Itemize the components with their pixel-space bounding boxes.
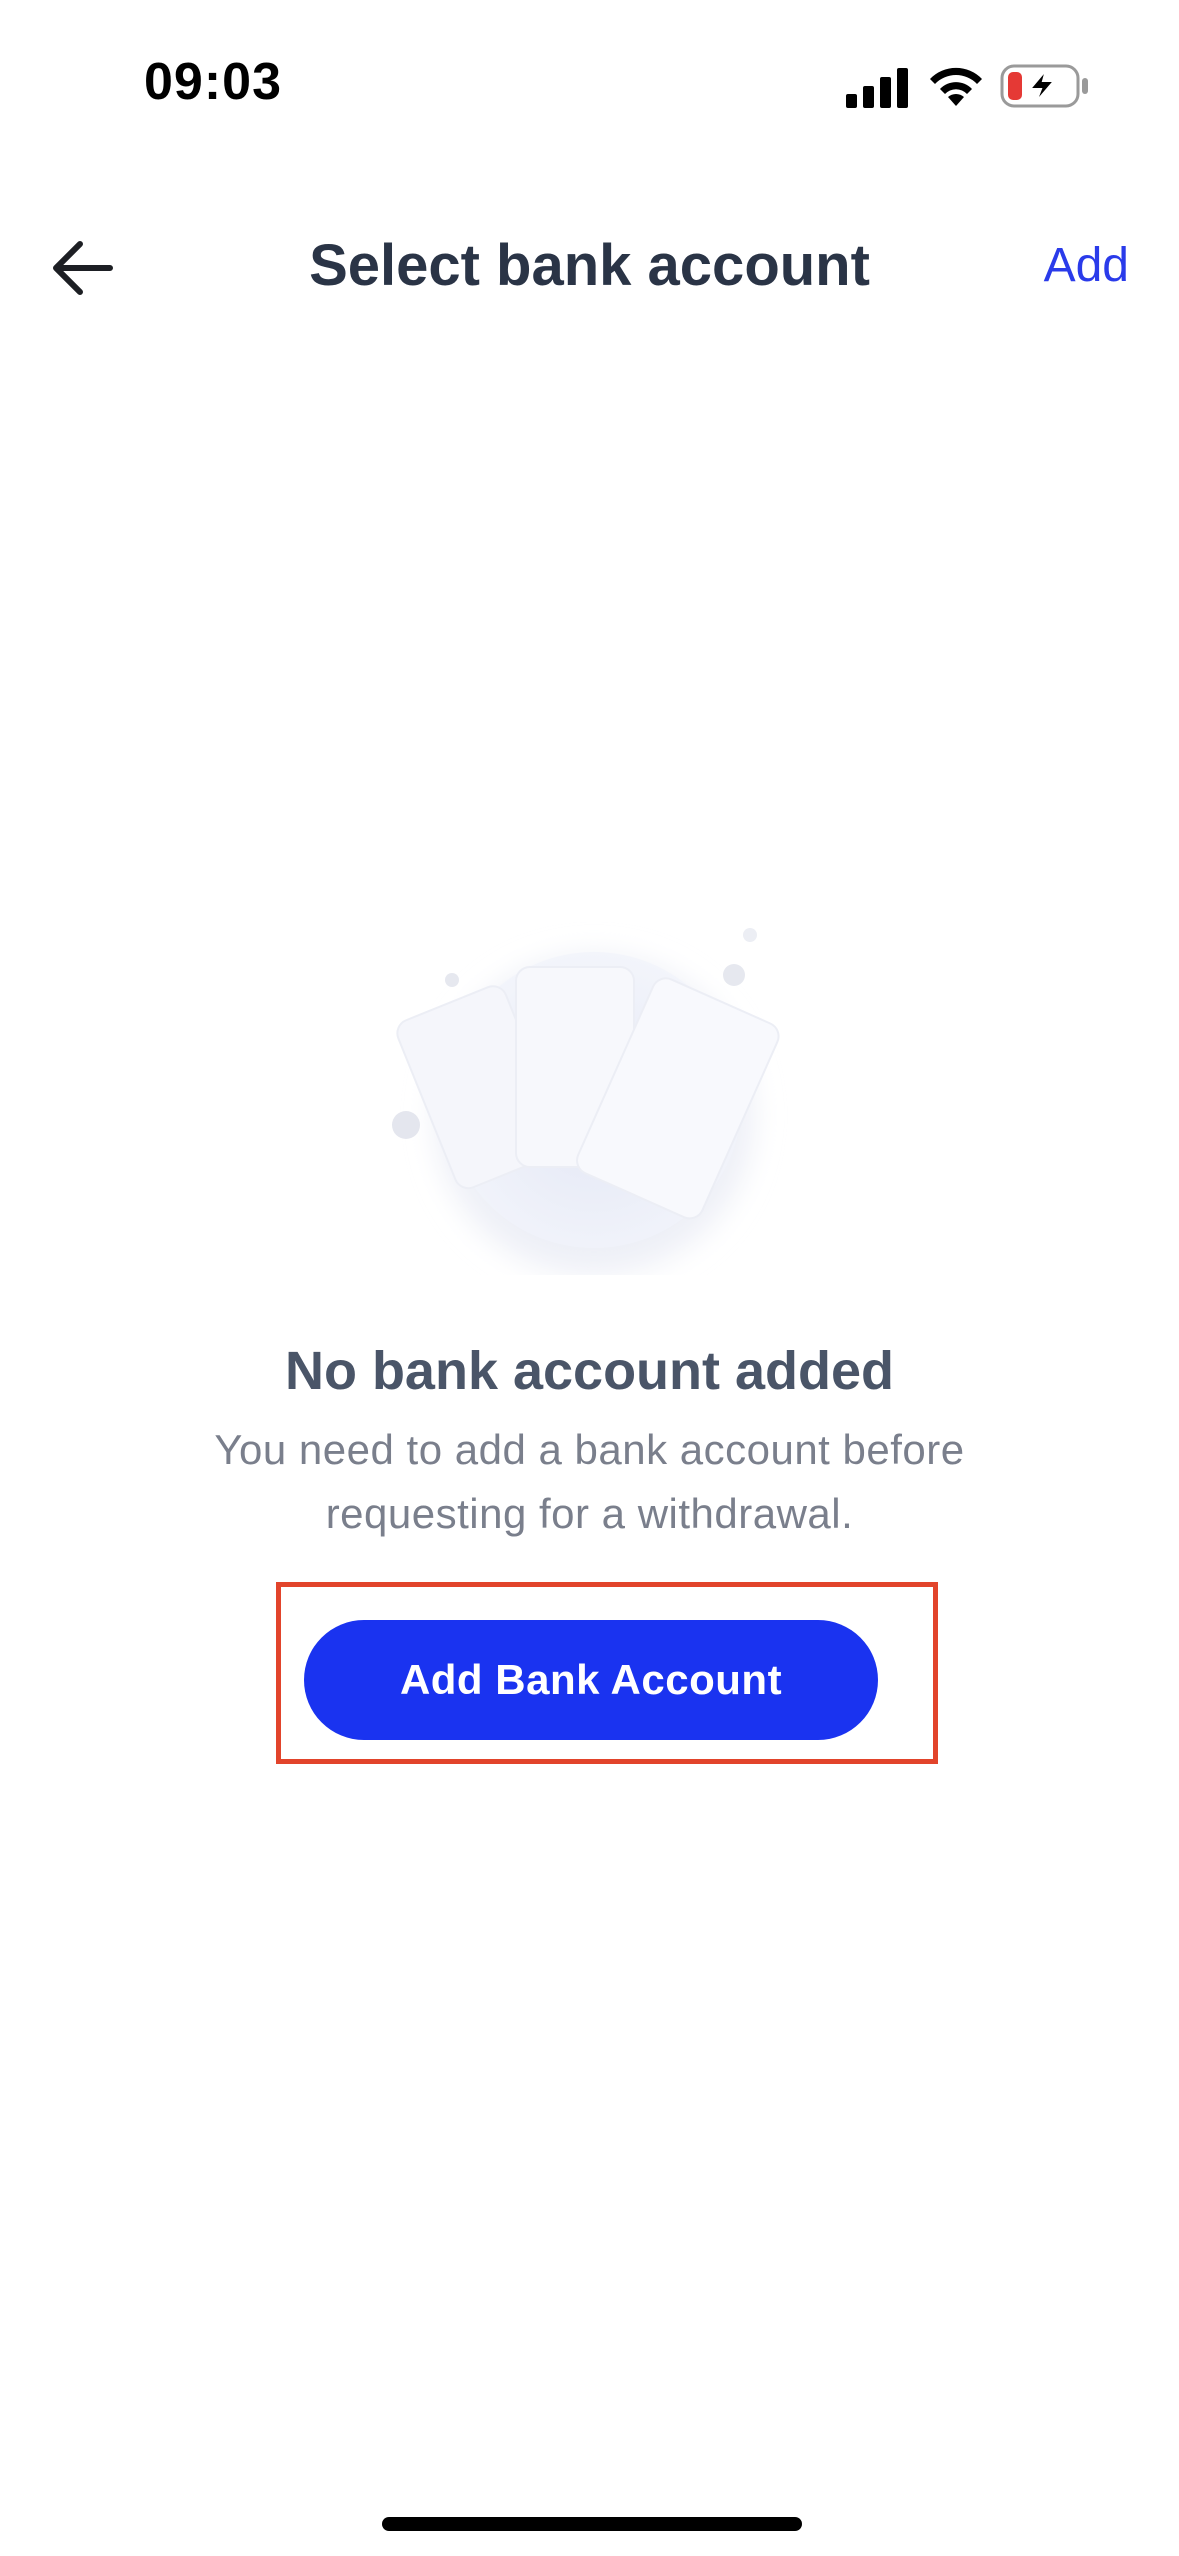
navigation-bar: Select bank account Add: [0, 200, 1179, 340]
add-bank-account-button[interactable]: Add Bank Account: [304, 1620, 878, 1740]
wifi-icon: [926, 62, 986, 113]
battery-charging-icon: [1000, 64, 1090, 113]
empty-state-description: You need to add a bank account before re…: [214, 1426, 965, 1537]
empty-state-title: No bank account added: [284, 1341, 895, 1401]
status-time: 09:03: [144, 53, 282, 111]
home-indicator[interactable]: [382, 2517, 802, 2531]
add-button[interactable]: Add: [1044, 238, 1129, 293]
page-title: Select bank account: [309, 233, 870, 298]
cellular-signal-icon: [846, 68, 910, 113]
cards-illustration: [370, 915, 810, 1275]
status-bar: 09:03: [0, 0, 1179, 180]
